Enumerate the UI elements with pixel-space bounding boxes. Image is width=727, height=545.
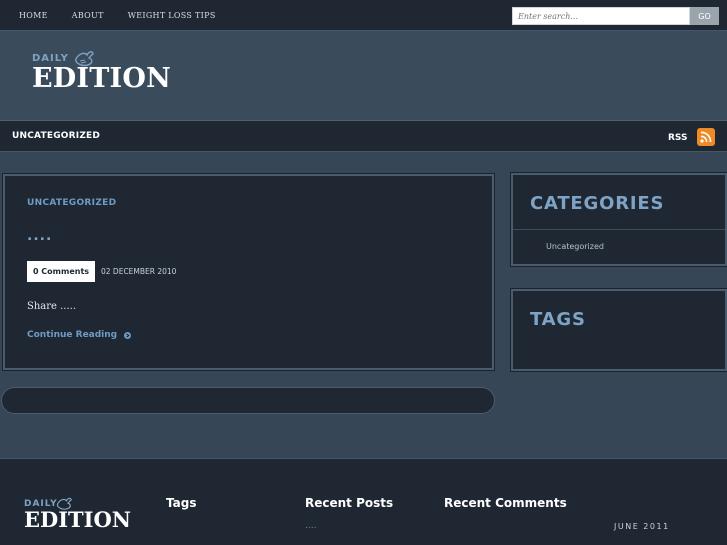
rss-icon[interactable]	[696, 128, 715, 146]
comments-count-button[interactable]: 0 Comments	[27, 261, 95, 282]
widget-divider	[513, 229, 725, 230]
category-bar: UNCATEGORIZED RSS	[0, 121, 727, 152]
footer-logo[interactable]: DAILY EDITION	[24, 497, 131, 532]
post-date: 02 DECEMBER 2010	[101, 267, 177, 276]
post-title[interactable]: ....	[27, 228, 52, 244]
footer-logo-edition-text: EDITION	[24, 507, 131, 532]
post-excerpt: Share .....	[27, 301, 77, 312]
post-category-link[interactable]: UNCATEGORIZED	[27, 198, 116, 208]
search-go-button[interactable]: GO	[690, 7, 719, 25]
nav-weight-loss-tips[interactable]: WEIGHT LOSS TIPS	[128, 11, 216, 20]
top-navigation-bar: HOME ABOUT WEIGHT LOSS TIPS GO	[0, 0, 727, 31]
continue-reading-label: Continue Reading	[27, 330, 118, 340]
bird-emblem-icon	[75, 51, 94, 67]
rss-link[interactable]: RSS	[668, 128, 715, 146]
categories-widget-title: CATEGORIES	[530, 193, 665, 214]
logo-edition-text: EDITION	[32, 63, 171, 94]
pagination-bar	[1, 387, 495, 414]
rss-label: RSS	[668, 133, 688, 143]
continue-reading-link[interactable]: Continue Reading	[27, 330, 132, 340]
site-logo[interactable]: DAILY EDITION	[32, 51, 171, 94]
footer-recent-comments-heading: Recent Comments	[444, 496, 567, 510]
main-nav: HOME ABOUT WEIGHT LOSS TIPS	[19, 11, 240, 20]
category-heading: UNCATEGORIZED	[12, 131, 101, 141]
tags-widget: TAGS	[510, 288, 727, 372]
nav-about[interactable]: ABOUT	[72, 11, 104, 20]
site-footer: DAILY EDITION Tags Recent Posts .... Rec…	[0, 458, 727, 545]
search-form: GO	[512, 7, 719, 25]
nav-home[interactable]: HOME	[19, 11, 48, 20]
categories-widget: CATEGORIES Uncategorized	[510, 172, 727, 267]
recent-post-item[interactable]: ....	[305, 521, 316, 531]
footer-bird-emblem-icon	[56, 497, 72, 510]
site-header: DAILY EDITION	[0, 31, 727, 121]
footer-tags-heading: Tags	[166, 496, 197, 510]
search-input[interactable]	[512, 7, 690, 25]
tags-widget-title: TAGS	[530, 309, 586, 330]
arrow-right-icon	[124, 331, 132, 339]
category-item-uncategorized[interactable]: Uncategorized	[546, 242, 604, 251]
post-card: UNCATEGORIZED .... 0 Comments 02 DECEMBE…	[2, 173, 495, 371]
archive-month-link[interactable]: JUNE 2011	[614, 522, 670, 531]
footer-recent-posts-heading: Recent Posts	[305, 496, 394, 510]
